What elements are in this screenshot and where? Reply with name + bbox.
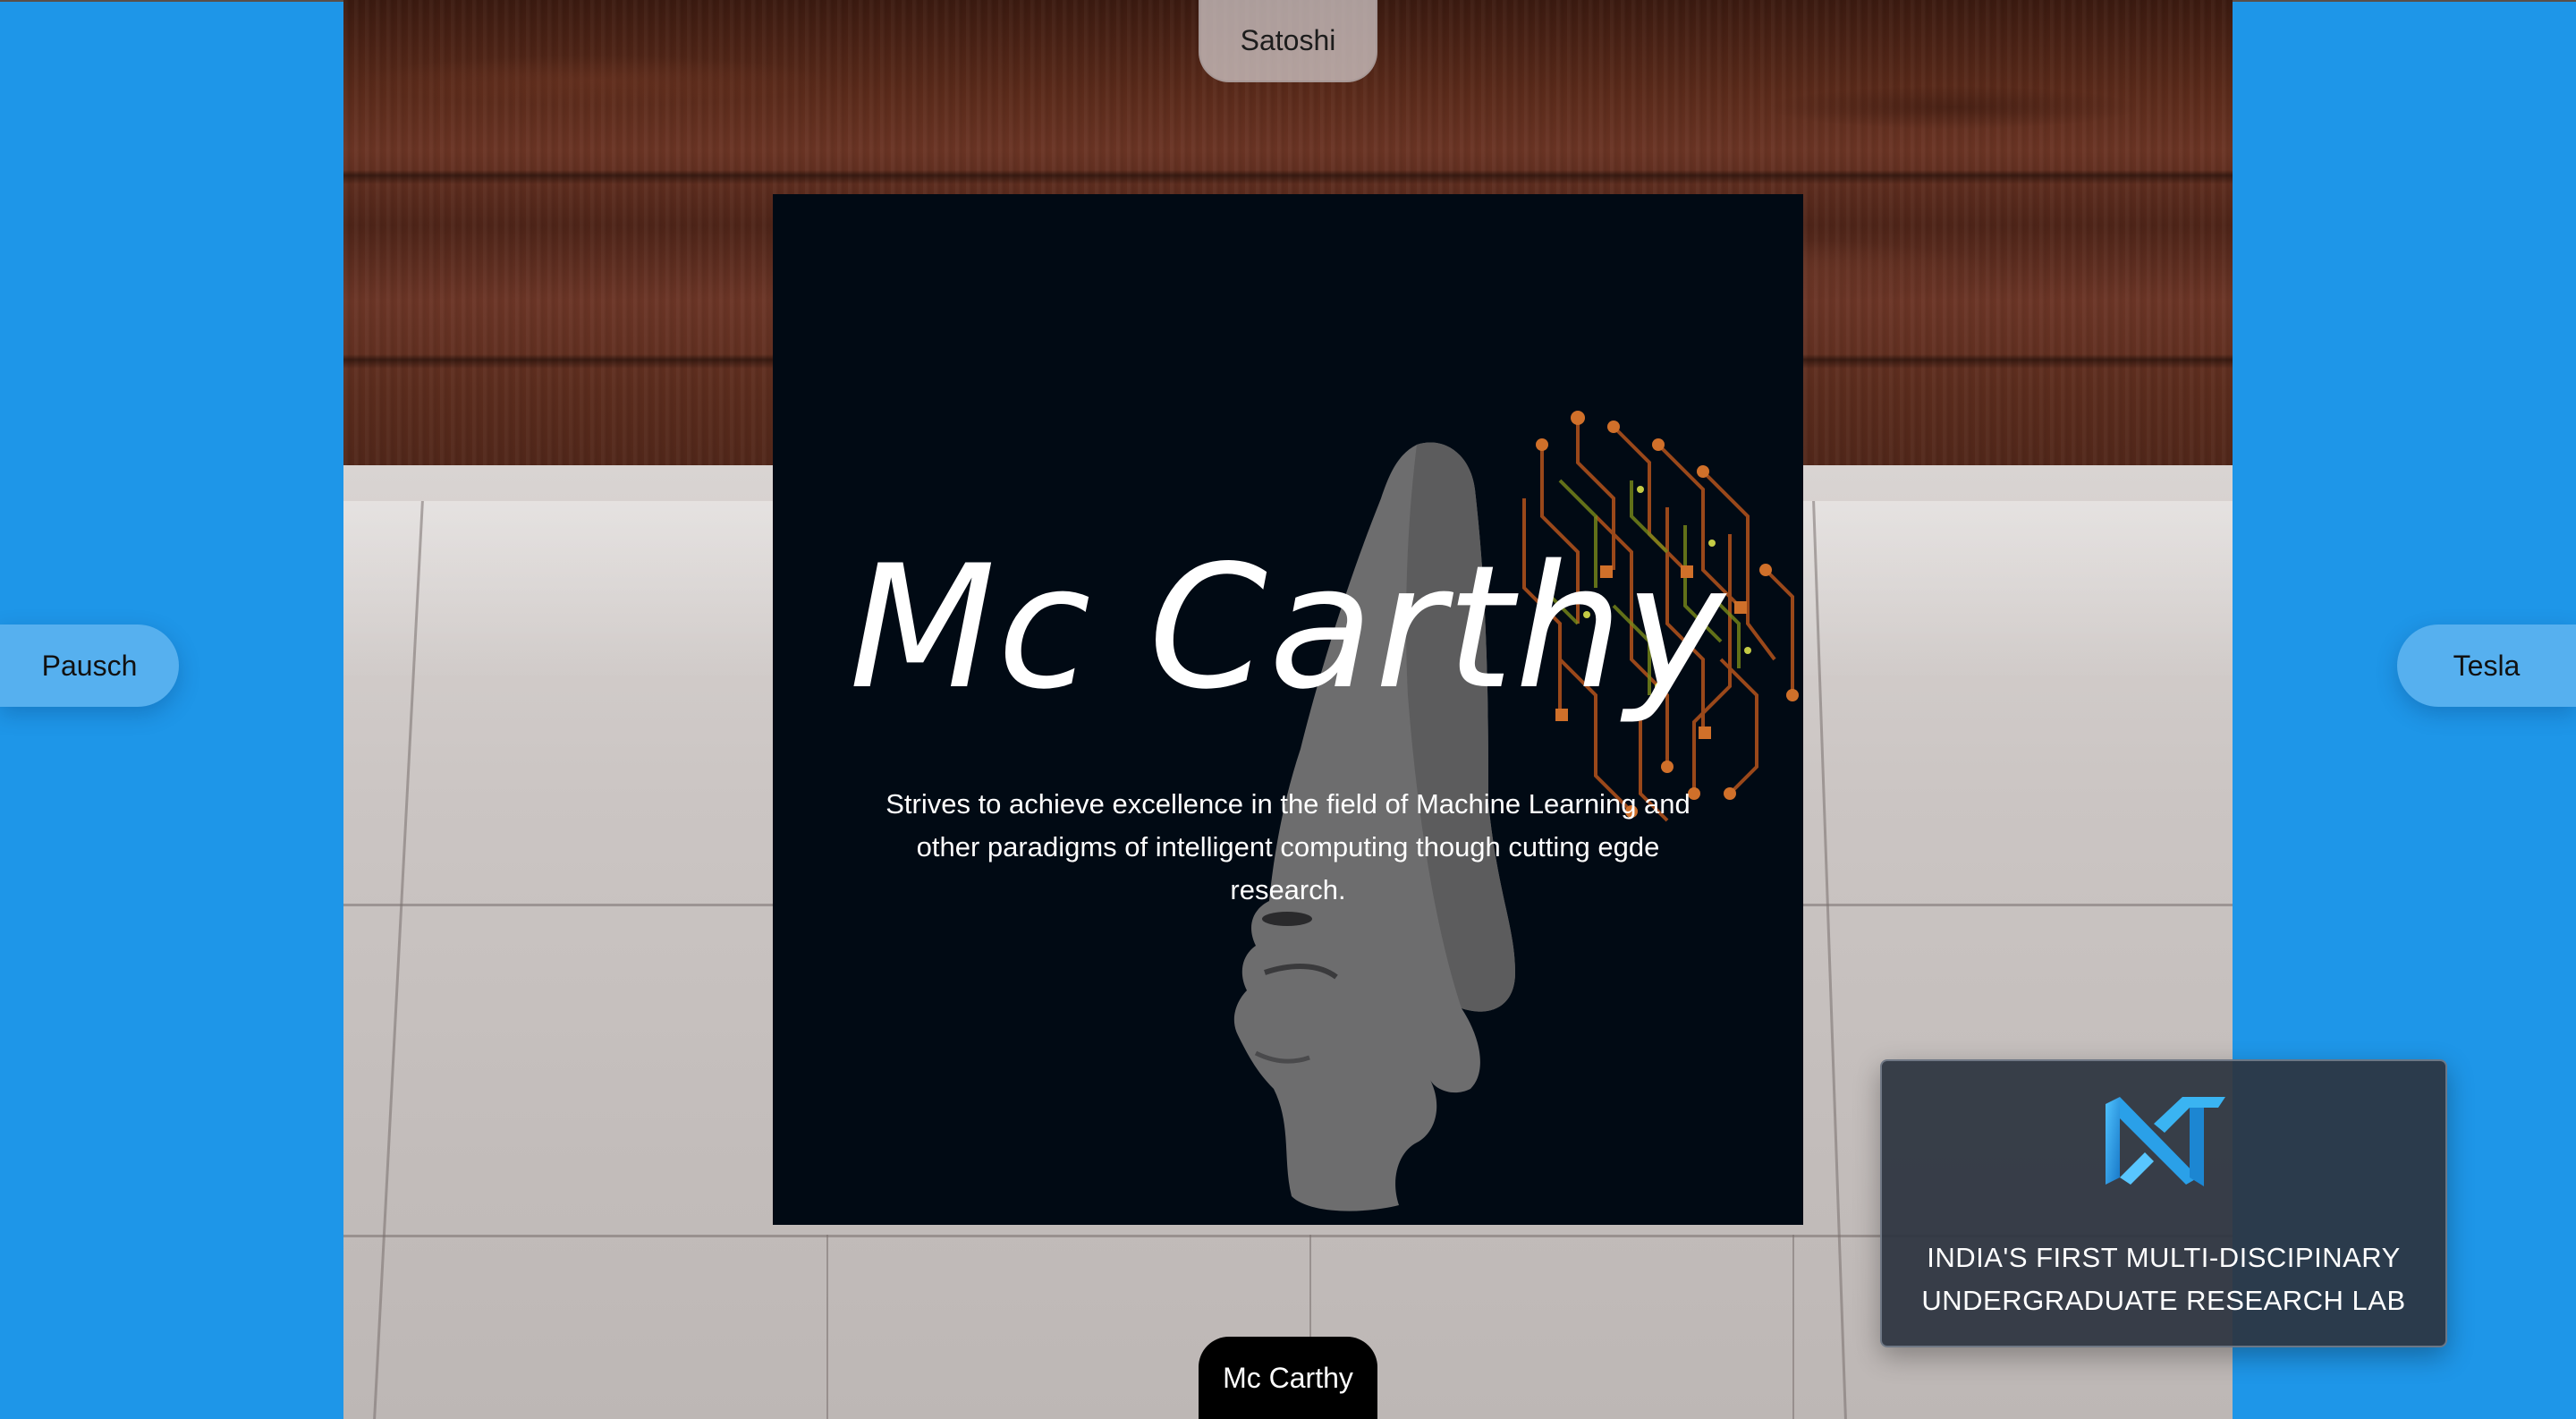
lab-tagline-line-2: UNDERGRADUATE RESEARCH LAB	[1921, 1285, 2406, 1316]
lab-info-card: INDIA'S FIRST MULTI-DISCIPINARY UNDERGRA…	[1880, 1059, 2447, 1347]
hero-description: Strives to achieve excellence in the fie…	[886, 788, 1690, 905]
nav-satoshi-button[interactable]: Satoshi	[1199, 0, 1377, 82]
nav-mc-carthy-button[interactable]: Mc Carthy	[1199, 1337, 1377, 1419]
lab-tagline: INDIA'S FIRST MULTI-DISCIPINARY UNDERGRA…	[1882, 1236, 2445, 1322]
cushion-seam	[826, 1235, 828, 1419]
hero-title: Mc Carthy	[849, 529, 1727, 726]
lab-logo-icon	[2106, 1097, 2225, 1186]
page: Mc Carthy Strives to achieve excellence …	[0, 0, 2576, 1419]
lab-tagline-line-1: INDIA'S FIRST MULTI-DISCIPINARY	[1927, 1242, 2401, 1273]
nav-pausch-button[interactable]: Pausch	[0, 625, 179, 707]
hero-card: Mc Carthy Strives to achieve excellence …	[773, 194, 1803, 1225]
cushion-seam	[1792, 1235, 1794, 1419]
nav-tesla-button[interactable]: Tesla	[2397, 625, 2576, 707]
